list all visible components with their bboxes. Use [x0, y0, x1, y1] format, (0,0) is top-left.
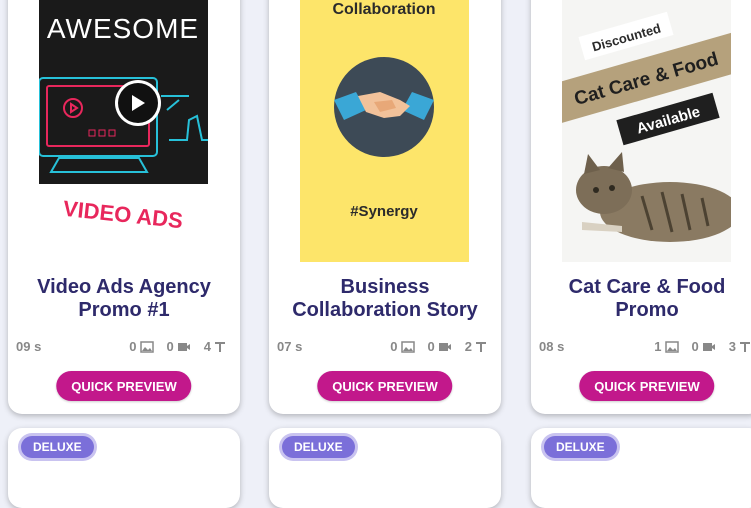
video-count: 0	[427, 339, 435, 354]
template-card[interactable]: DELUXE	[8, 428, 240, 508]
video-camera-icon	[702, 342, 715, 351]
template-title: Cat Care & Food Promo	[568, 276, 726, 321]
quick-preview-button[interactable]: QUICK PREVIEW	[56, 371, 192, 401]
video-camera-icon	[177, 342, 190, 351]
image-icon	[139, 340, 154, 353]
template-thumbnail[interactable]: AWESOME VIDEO ADS	[39, 0, 208, 262]
template-title: Business Collaboration Story	[292, 276, 478, 321]
image-count: 0	[390, 339, 398, 354]
text-count: 3	[728, 339, 736, 354]
duration-label: 09 s	[16, 339, 42, 354]
video-ads-illustration: AWESOME VIDEO ADS	[39, 0, 208, 262]
asset-counts: 1 0 3	[654, 339, 751, 354]
deluxe-badge: DELUXE	[544, 436, 617, 458]
quick-preview-button[interactable]: QUICK PREVIEW	[579, 371, 715, 401]
image-count: 0	[129, 339, 137, 354]
asset-counts: 0 0 4	[129, 339, 226, 354]
text-count: 4	[203, 339, 211, 354]
template-card[interactable]: Collaboration #Synergy Business Collabor…	[269, 0, 501, 414]
duration-label: 07 s	[277, 339, 303, 354]
thumb-text-synergy: #Synergy	[350, 203, 418, 220]
text-icon	[476, 341, 486, 352]
template-title: Video Ads Agency Promo #1	[37, 276, 211, 321]
collaboration-illustration: Collaboration #Synergy	[300, 0, 469, 262]
template-card[interactable]: DELUXE	[269, 428, 501, 508]
thumb-text-collaboration: Collaboration	[332, 1, 435, 18]
template-thumbnail[interactable]: Collaboration #Synergy	[300, 0, 469, 262]
image-count: 1	[654, 339, 662, 354]
thumb-text-awesome: AWESOME	[47, 13, 199, 44]
deluxe-badge: DELUXE	[282, 436, 355, 458]
template-meta: 08 s 1 0 3	[539, 339, 751, 355]
play-icon[interactable]	[115, 80, 161, 126]
video-count: 0	[166, 339, 174, 354]
video-count: 0	[691, 339, 699, 354]
asset-counts: 0 0 2	[390, 339, 487, 354]
quick-preview-button[interactable]: QUICK PREVIEW	[317, 371, 453, 401]
template-card[interactable]: Discounted Cat Care & Food Available Cat…	[531, 0, 751, 414]
image-icon	[664, 340, 679, 353]
duration-label: 08 s	[539, 339, 565, 354]
cat-care-illustration: Discounted Cat Care & Food Available	[562, 0, 731, 262]
text-icon	[215, 341, 225, 352]
image-icon	[400, 340, 415, 353]
video-camera-icon	[438, 342, 451, 351]
template-card[interactable]: AWESOME VIDEO ADS Video Ads Agency Promo…	[8, 0, 240, 414]
template-card[interactable]: DELUXE	[531, 428, 751, 508]
text-count: 2	[464, 339, 472, 354]
template-meta: 07 s 0 0 2	[277, 339, 501, 355]
template-thumbnail[interactable]: Discounted Cat Care & Food Available	[562, 0, 731, 262]
text-icon	[740, 341, 750, 352]
deluxe-badge: DELUXE	[21, 436, 94, 458]
template-meta: 09 s 0 0 4	[16, 339, 240, 355]
